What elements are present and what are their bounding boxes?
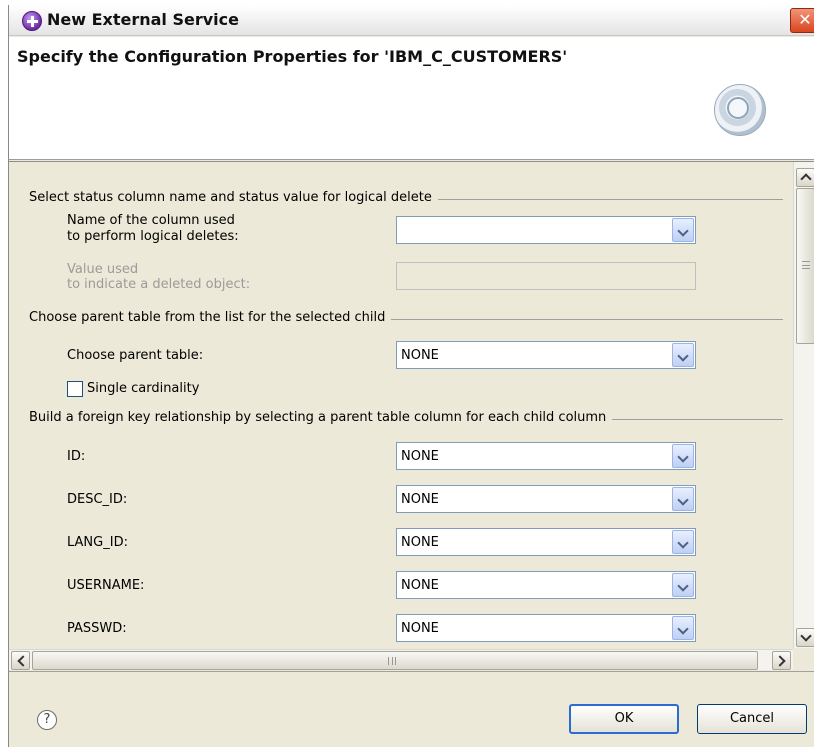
delete-value-label-line1: Value used [67,262,139,277]
chevron-down-icon[interactable] [672,573,694,597]
chevron-down-icon[interactable] [672,343,694,367]
single-cardinality-label[interactable]: Single cardinality [87,381,199,397]
scroll-up-button[interactable] [796,168,814,187]
chevron-down-icon[interactable] [672,218,694,242]
cancel-button[interactable]: Cancel [697,704,807,734]
delete-column-label-line1: Name of the column used [67,213,235,228]
title-bar: New External Service ✕ [9,5,814,36]
fk-value-desc-id: NONE [401,492,439,507]
fk-select-desc-id[interactable]: NONE [396,485,696,513]
fk-select-id[interactable]: NONE [396,442,696,470]
chevron-down-icon[interactable] [672,530,694,554]
vertical-scroll-thumb[interactable] [796,188,814,344]
chevron-down-icon[interactable] [672,444,694,468]
logical-delete-section-title: Select status column name and status val… [29,190,438,205]
chevron-down-icon[interactable] [672,616,694,640]
new-external-service-dialog: New External Service ✕ Specify the Confi… [8,5,814,747]
grip-icon [802,261,810,269]
fk-select-lang-id[interactable]: NONE [396,528,696,556]
fk-label-desc-id: DESC_ID: [67,492,128,507]
choose-parent-table-label: Choose parent table: [67,348,204,363]
help-icon[interactable]: ? [37,710,57,730]
properties-scroll-area[interactable]: Select status column name and status val… [9,161,814,670]
scroll-left-button[interactable] [11,651,30,670]
fk-value-lang-id: NONE [401,535,439,550]
wizard-banner-icon [714,84,766,136]
grip-icon [388,657,396,665]
wizard-header: Specify the Configuration Properties for… [9,37,814,160]
single-cardinality-checkbox[interactable] [67,381,83,397]
window-title: New External Service [47,10,239,29]
chevron-down-icon[interactable] [672,487,694,511]
fk-label-passwd: PASSWD: [67,621,127,636]
horizontal-scrollbar[interactable] [9,649,793,670]
parent-table-section-title: Choose parent table from the list for th… [29,310,392,325]
fk-label-id: ID: [67,449,86,464]
scroll-right-button[interactable] [772,651,791,670]
delete-value-label-line2: to indicate a deleted object: [67,277,251,292]
fk-select-passwd[interactable]: NONE [396,614,696,642]
foreign-key-section-title: Build a foreign key relationship by sele… [29,410,613,425]
page-title: Specify the Configuration Properties for… [17,47,568,66]
fk-label-lang-id: LANG_ID: [67,535,128,550]
horizontal-scroll-thumb[interactable] [32,651,758,670]
fk-value-id: NONE [401,449,439,464]
fk-label-username: USERNAME: [67,578,145,593]
properties-content: Select status column name and status val… [9,162,789,648]
vertical-scrollbar[interactable] [793,162,814,648]
dialog-footer: ? OK Cancel [9,671,814,747]
parent-table-select[interactable]: NONE [396,341,696,369]
fk-select-username[interactable]: NONE [396,571,696,599]
delete-column-select[interactable] [396,216,696,244]
close-icon[interactable]: ✕ [790,8,814,33]
delete-column-label-line2: to perform logical deletes: [67,229,239,244]
fk-value-passwd: NONE [401,621,439,636]
ok-button[interactable]: OK [569,704,679,734]
delete-value-field [396,262,696,290]
scroll-down-button[interactable] [796,628,814,647]
parent-table-value: NONE [401,348,439,363]
service-wizard-icon [22,11,42,31]
fk-value-username: NONE [401,578,439,593]
